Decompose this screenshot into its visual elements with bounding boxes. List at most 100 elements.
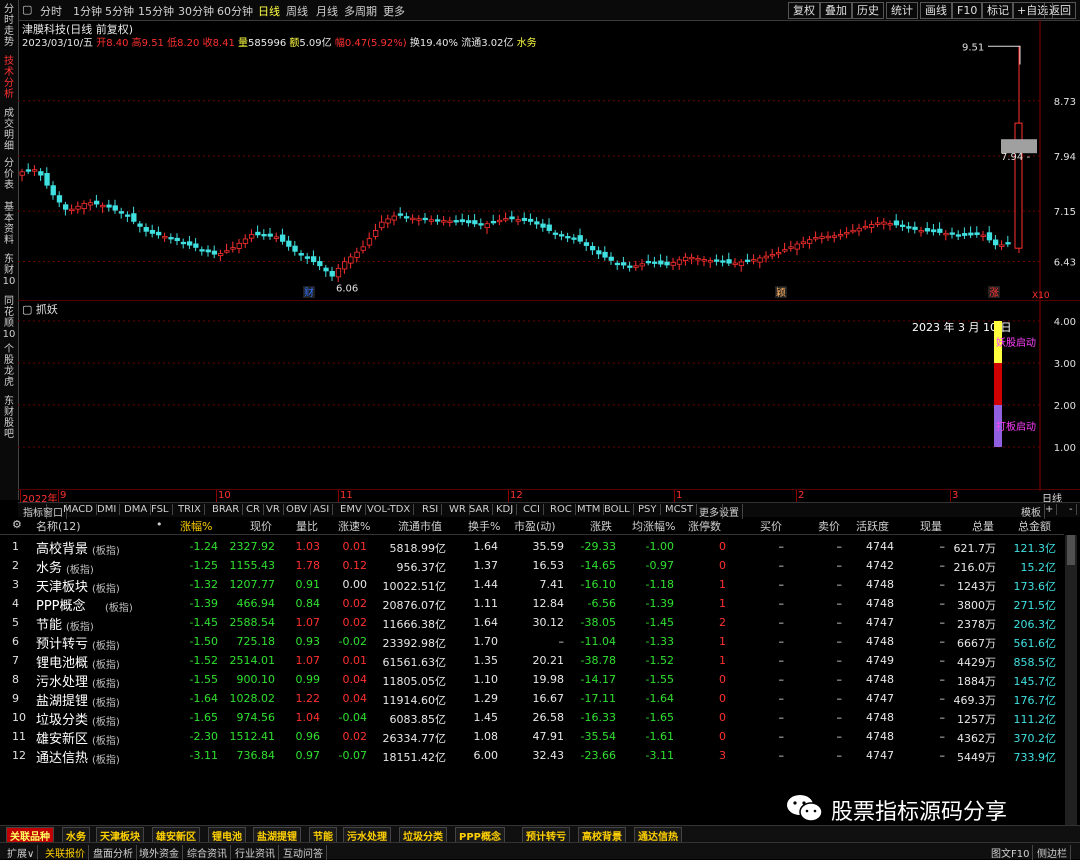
indicator-right-button-0[interactable]: 模板 [1018,504,1045,519]
toolbar-button-6[interactable]: 标记 [982,2,1014,19]
candle-body [199,249,205,252]
indicator-tab-16[interactable]: SAR [466,504,494,515]
table-row[interactable]: 12 通达信热 (板指) -3.11 736.84 0.97 -0.07 18151.42亿 6… [0,747,1064,766]
column-header-1[interactable]: • [156,518,163,531]
indicator-tab-10[interactable]: OBV [283,504,312,515]
column-header-13[interactable]: 卖价 [818,518,840,534]
period-tab-3[interactable]: 15分钟 [138,3,174,19]
left-tab-6[interactable]: 同花顺10 [1,296,17,340]
table-row[interactable]: 6 预计转亏 (板指) -1.50 725.18 0.93 -0.02 23392.98亿 1.… [0,633,1064,652]
toolbar-button-2[interactable]: 历史 [852,2,884,19]
indicator-tab-25[interactable]: 设置 [716,504,743,519]
kline-chart[interactable]: 8.73 7.94 7.15 6.43 7.94 - 9.51 6.06 财 颖 涨 X10 [18,20,1080,300]
period-tab-6[interactable]: 日线 [258,3,280,19]
indicator-tab-7[interactable]: BRAR [209,504,244,515]
left-tab-8[interactable]: 东财股吧 [1,396,17,440]
table-row[interactable]: 11 雄安新区 (板指) -2.30 1512.41 0.96 0.02 26334.77亿 1… [0,728,1064,747]
indicator-tab-20[interactable]: MTM [574,504,605,515]
indicator-tab-6[interactable]: TRIX [175,504,205,515]
indicator-tab-14[interactable]: RSI [419,504,443,515]
indicator-right-button-1[interactable]: + [1042,504,1058,515]
table-row[interactable]: 9 盐湖提锂 (板指) -1.64 1028.02 1.22 0.04 11914.60亿 1.… [0,690,1064,709]
left-tab-7[interactable]: 个股龙虎 [1,344,17,388]
table-row[interactable]: 5 节能 (板指) -1.45 2588.54 1.07 0.02 11666.38亿 1.64… [0,614,1064,633]
zhuayao-indicator-chart[interactable]: 4.003.002.001.00▢ 抓妖2023 年 3 月 10 日妖股启动打… [18,300,1080,491]
indicator-tab-4[interactable]: DMA [121,504,152,515]
indicator-tab-3[interactable]: DMI [94,504,121,515]
table-scrollbar[interactable] [1065,535,1077,825]
table-row[interactable]: 4 PPP概念 (板指) -1.39 466.94 0.84 0.02 20876.07亿 1.… [0,595,1064,614]
table-settings-icon[interactable]: ⚙ [12,518,22,531]
toolbar-button-5[interactable]: F10 [952,2,983,19]
column-header-14[interactable]: 活跃度 [856,518,889,534]
row-tag: (板指) [92,679,120,690]
cell-lb: 1.03 [295,540,321,553]
table-row[interactable]: 3 天津板块 (板指) -1.32 1207.77 0.91 0.00 10022.51亿 1.… [0,576,1064,595]
indicator-tab-12[interactable]: EMV [337,504,366,515]
indicator-tab-23[interactable]: MCST [662,504,698,515]
column-header-6[interactable]: 流通市值 [398,518,442,534]
indicator-tab-17[interactable]: KDJ [493,504,518,515]
indicator-tab-2[interactable]: MACD [60,504,97,515]
column-header-8[interactable]: 市盈(动) [514,518,556,534]
toolbar-button-8[interactable]: 返回 [1044,2,1076,19]
period-tab-5[interactable]: 60分钟 [217,3,253,19]
column-header-4[interactable]: 量比 [296,518,318,534]
table-row[interactable]: 1 高校背景 (板指) -1.24 2327.92 1.03 0.01 5818.99亿 1.6… [0,538,1064,557]
table-row[interactable]: 10 垃圾分类 (板指) -1.65 974.56 1.04 -0.04 6083.85亿 1.… [0,709,1064,728]
cell-lb: 0.96 [295,730,321,743]
indicator-tab-11[interactable]: ASI [310,504,334,515]
column-header-2[interactable]: 涨幅% [180,518,212,534]
column-header-0[interactable]: 名称(12) [36,518,81,534]
period-tab-10[interactable]: 更多 [383,3,405,19]
indicator-tab-18[interactable]: CCI [520,504,544,515]
toolbar-button-4[interactable]: 画线 [920,2,952,19]
left-tab-0[interactable]: 分时走势 [1,4,17,48]
candle-body [87,202,94,206]
zoom-level-label[interactable]: X10 [1032,291,1050,300]
indicator-tab-19[interactable]: ROC [547,504,576,515]
column-header-17[interactable]: 总金额 [1018,518,1051,534]
indicator-tab-13[interactable]: VOL-TDX [364,504,415,515]
chart-toggle-icon[interactable]: ▢ [22,3,32,16]
column-header-16[interactable]: 总量 [972,518,994,534]
column-header-12[interactable]: 买价 [760,518,782,534]
indicator-tab-9[interactable]: VR [263,504,284,515]
table-row[interactable]: 7 锂电池概 (板指) -1.52 2514.01 1.07 0.01 61561.63亿 1.… [0,652,1064,671]
left-tab-4[interactable]: 基本资料 [1,202,17,246]
toolbar-button-1[interactable]: 叠加 [820,2,852,19]
period-tab-8[interactable]: 月线 [316,3,338,19]
indicator-tab-5[interactable]: FSL [148,504,173,515]
column-header-9[interactable]: 涨跌 [590,518,612,534]
column-header-5[interactable]: 涨速% [338,518,370,534]
column-header-10[interactable]: 均涨幅% [632,518,675,534]
table-row[interactable]: 8 污水处理 (板指) -1.55 900.10 0.99 0.04 11805.05亿 1.1… [0,671,1064,690]
toolbar-button-0[interactable]: 复权 [788,2,820,19]
indicator-tab-21[interactable]: BOLL [601,504,634,515]
cell-tv: 216.0万 [953,561,997,574]
period-tab-1[interactable]: 1分钟 [73,3,102,19]
left-tab-3[interactable]: 分价表 [1,158,17,191]
row-name: 通达信热 [36,751,89,766]
left-tab-1[interactable]: 技术分析 [1,56,17,100]
indicator-tab-22[interactable]: PSY [635,504,661,515]
period-tab-0[interactable]: 分时 [40,3,62,19]
indicator-right-button-2[interactable]: - [1066,504,1077,515]
column-header-3[interactable]: 现价 [250,518,272,534]
toolbar-button-3[interactable]: 统计 [886,2,918,19]
candle-body [248,234,255,239]
date-axis-label: 11 [340,490,353,501]
scrollbar-thumb[interactable] [1067,535,1075,565]
period-tab-2[interactable]: 5分钟 [105,3,134,19]
period-tab-4[interactable]: 30分钟 [178,3,214,19]
column-header-11[interactable]: 涨停数 [688,518,721,534]
left-tab-5[interactable]: 东财10 [1,254,17,287]
candle-body [323,267,329,272]
column-header-7[interactable]: 换手% [468,518,500,534]
column-header-15[interactable]: 现量 [920,518,942,534]
period-tab-7[interactable]: 周线 [286,3,308,19]
left-tab-2[interactable]: 成交明细 [1,108,17,152]
indicator-tab-8[interactable]: CR [243,504,264,515]
table-row[interactable]: 2 水务 (板指) -1.25 1155.43 1.78 0.12 956.37亿 1.37 16… [0,557,1064,576]
period-tab-9[interactable]: 多周期 [344,3,377,19]
